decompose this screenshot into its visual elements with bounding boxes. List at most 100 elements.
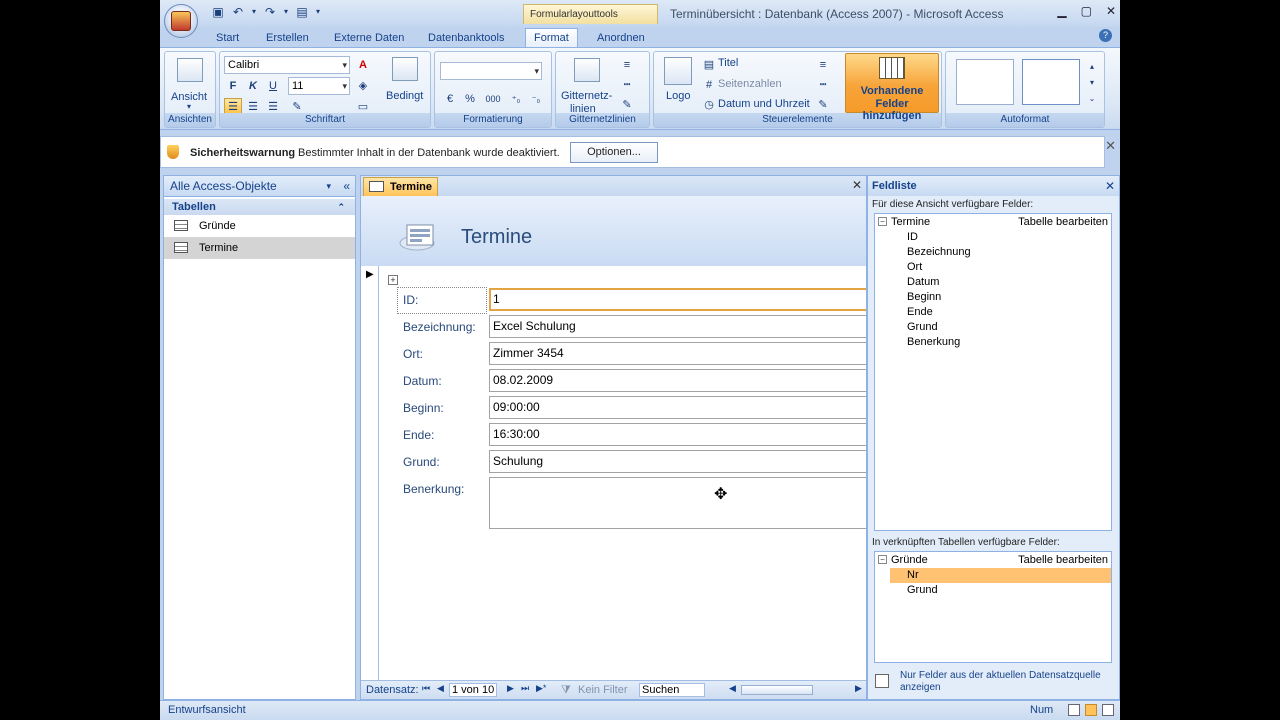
options-button[interactable]: Optionen... xyxy=(570,142,658,163)
tab-format[interactable]: Format xyxy=(525,28,578,48)
underline-button[interactable]: U xyxy=(264,77,282,93)
office-button[interactable] xyxy=(164,4,198,38)
redo-dropdown-icon[interactable]: ▾ xyxy=(282,4,290,20)
field-item-id[interactable]: ID xyxy=(875,230,1111,245)
table-termine-node[interactable]: − Termine Tabelle bearbeiten xyxy=(875,214,1111,230)
gridline-pen-icon[interactable]: ✎ xyxy=(618,96,636,112)
logo-button[interactable]: Logo xyxy=(666,90,690,102)
font-color-icon[interactable]: A xyxy=(354,56,372,72)
logo-icon[interactable] xyxy=(664,57,692,85)
tab-start[interactable]: Start xyxy=(216,30,239,47)
collapse-icon[interactable]: − xyxy=(878,217,887,226)
new-record-icon[interactable]: ▶* xyxy=(536,683,546,694)
decrease-decimals-icon[interactable]: ⁻₀ xyxy=(527,90,545,106)
horizontal-scrollbar[interactable] xyxy=(741,685,813,695)
edit-table-link-termine[interactable]: Tabelle bearbeiten xyxy=(1018,214,1108,230)
italic-button[interactable]: K xyxy=(244,77,262,93)
font-name-combo[interactable]: Calibri xyxy=(224,56,350,74)
number-format-combo[interactable] xyxy=(440,62,542,80)
field-grund[interactable]: Schulung xyxy=(489,450,866,473)
edit-table-link-gruende[interactable]: Tabelle bearbeiten xyxy=(1018,552,1108,568)
field-item-ort[interactable]: Ort xyxy=(875,260,1111,275)
redo-icon[interactable]: ↷ xyxy=(262,4,278,20)
field-datum[interactable]: 08.02.2009 xyxy=(489,369,866,392)
design-view-icon[interactable] xyxy=(1102,704,1114,716)
tab-datenbanktools[interactable]: Datenbanktools xyxy=(428,30,504,47)
tab-erstellen[interactable]: Erstellen xyxy=(266,30,309,47)
fill-color-icon[interactable]: ◈ xyxy=(354,77,372,93)
line-type-icon[interactable]: ┅ xyxy=(814,76,832,92)
help-icon[interactable]: ? xyxy=(1099,29,1112,42)
title-icon[interactable]: ▤ xyxy=(700,56,718,72)
message-bar-close-icon[interactable]: ✕ xyxy=(1105,138,1116,154)
nav-item-termine[interactable]: Termine xyxy=(164,237,355,259)
undo-icon[interactable]: ↶ xyxy=(230,4,246,20)
line-color-icon[interactable]: ✎ xyxy=(814,96,832,112)
first-record-icon[interactable]: ⏮ xyxy=(422,683,430,694)
nav-collapse-icon[interactable]: « xyxy=(343,176,350,196)
bedingt-button[interactable]: Bedingt xyxy=(386,90,423,102)
format-painter-icon[interactable]: ✎ xyxy=(288,98,306,114)
titel-button[interactable]: Titel xyxy=(718,57,738,69)
datum-button[interactable]: Datum und Uhrzeit xyxy=(718,98,810,110)
last-record-icon[interactable]: ⏭ xyxy=(521,683,529,694)
gallery-down-icon[interactable]: ▾ xyxy=(1086,74,1098,90)
field-item-grund[interactable]: Grund xyxy=(875,320,1111,335)
field-ende[interactable]: 16:30:00 xyxy=(489,423,866,446)
increase-decimals-icon[interactable]: ⁺₀ xyxy=(507,90,525,106)
field-item-nr[interactable]: Nr xyxy=(890,568,1111,583)
font-size-combo[interactable]: 11 xyxy=(288,77,350,95)
add-existing-fields-button[interactable]: Vorhandene Felder hinzufügen xyxy=(845,53,939,122)
tab-externe-daten[interactable]: Externe Daten xyxy=(334,30,404,47)
line-width-icon[interactable]: ≡ xyxy=(814,56,832,72)
field-item-bezeichnung[interactable]: Bezeichnung xyxy=(875,245,1111,260)
field-bezeichnung[interactable]: Excel Schulung xyxy=(489,315,866,338)
gridline-color-icon[interactable]: ▭ xyxy=(354,98,372,114)
filter-fields-icon[interactable] xyxy=(875,674,889,688)
field-item-beginn[interactable]: Beginn xyxy=(875,290,1111,305)
form-view-icon[interactable] xyxy=(1068,704,1080,716)
ansicht-dropdown-icon[interactable]: ▾ xyxy=(187,102,191,111)
layout-view-icon[interactable] xyxy=(1085,704,1097,716)
doc-tab-termine[interactable]: Termine xyxy=(363,177,438,196)
date-time-icon[interactable]: ◷ xyxy=(700,96,718,112)
maximize-icon[interactable]: ▢ xyxy=(1081,4,1092,18)
table-gruende-node[interactable]: − Gründe Tabelle bearbeiten xyxy=(875,552,1111,568)
record-selector[interactable]: ▶ xyxy=(361,266,379,688)
filter-status[interactable]: Kein Filter xyxy=(578,684,628,696)
gridline-style-icon[interactable]: ┅ xyxy=(618,76,636,92)
layout-move-handle-icon[interactable]: + xyxy=(388,275,398,285)
nav-item-gruende[interactable]: Gründe xyxy=(164,215,355,237)
nav-header[interactable]: Alle Access-Objekte ▾ « xyxy=(164,176,355,197)
field-list-close-icon[interactable]: ✕ xyxy=(1105,176,1115,196)
search-input[interactable]: Suchen xyxy=(639,683,705,697)
seitenzahlen-button[interactable]: Seitenzahlen xyxy=(718,78,782,90)
gallery-up-icon[interactable]: ▴ xyxy=(1086,58,1098,74)
show-current-source-only-line1[interactable]: Nur Felder aus der aktuellen Datensatzqu… xyxy=(900,670,1101,681)
currency-icon[interactable]: € xyxy=(441,90,459,106)
view-icon[interactable] xyxy=(177,58,203,82)
form-view-icon[interactable]: ▤ xyxy=(294,4,310,20)
close-icon[interactable]: ✕ xyxy=(1106,4,1116,18)
tab-anordnen[interactable]: Anordnen xyxy=(597,30,645,47)
field-item-datum[interactable]: Datum xyxy=(875,275,1111,290)
field-item-benerkung[interactable]: Benerkung xyxy=(875,335,1111,350)
bold-button[interactable]: F xyxy=(224,77,242,93)
field-benerkung[interactable] xyxy=(489,477,866,529)
conditional-format-icon[interactable] xyxy=(392,57,418,81)
next-record-icon[interactable]: ▶ xyxy=(507,683,514,694)
thousands-button[interactable]: 000 xyxy=(481,90,505,106)
field-ort[interactable]: Zimmer 3454 xyxy=(489,342,866,365)
percent-button[interactable]: % xyxy=(461,90,479,106)
align-left-icon[interactable]: ☰ xyxy=(224,98,242,114)
autoformat-thumb-2[interactable] xyxy=(1022,59,1080,105)
gridline-width-icon[interactable]: ≡ xyxy=(618,56,636,72)
save-icon[interactable]: ▣ xyxy=(210,4,226,20)
prev-record-icon[interactable]: ◀ xyxy=(437,683,444,694)
scroll-left-icon[interactable]: ◀ xyxy=(729,683,736,694)
field-id[interactable]: 1 xyxy=(489,288,866,311)
gridlines-icon[interactable] xyxy=(574,58,600,82)
group-collapse-icon[interactable]: ⌃ xyxy=(337,199,345,215)
collapse-icon[interactable]: − xyxy=(878,555,887,564)
gallery-more-icon[interactable]: ⌄ xyxy=(1086,90,1098,106)
